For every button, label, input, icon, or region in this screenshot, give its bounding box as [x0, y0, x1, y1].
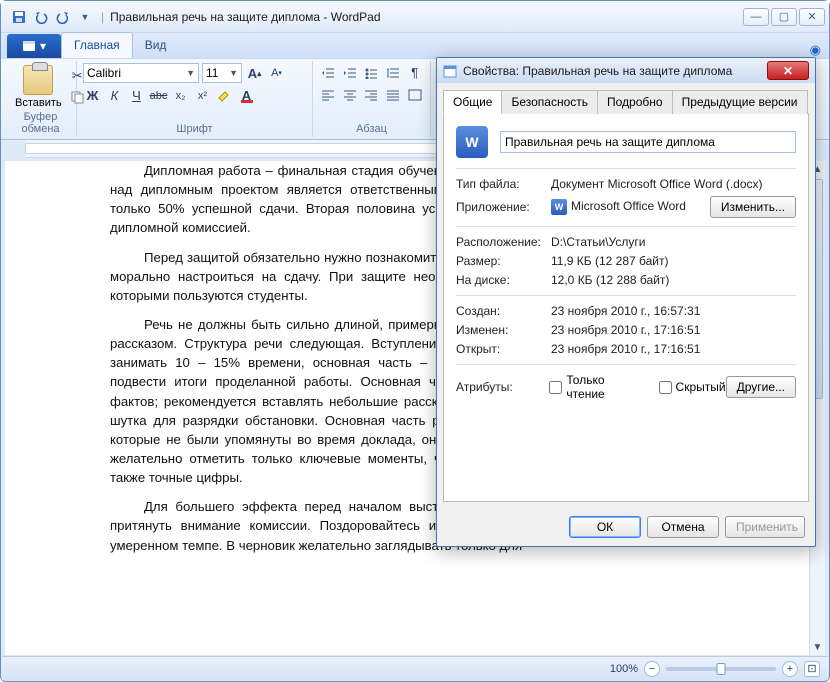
- shrink-font-button[interactable]: A▾: [267, 64, 286, 83]
- ok-button[interactable]: ОК: [569, 516, 641, 538]
- group-label: Буфер обмена: [11, 111, 70, 135]
- label-accessed: Открыт:: [456, 342, 551, 356]
- zoom-out-button[interactable]: −: [644, 661, 660, 677]
- dialog-title: Свойства: Правильная речь на защите дипл…: [463, 64, 761, 78]
- bold-button[interactable]: Ж: [83, 86, 102, 105]
- properties-dialog: Свойства: Правильная речь на защите дипл…: [436, 57, 816, 547]
- font-name-select[interactable]: Calibri▼: [83, 63, 199, 83]
- word-icon: W: [551, 199, 567, 215]
- dialog-footer: ОК Отмена Применить: [437, 508, 815, 546]
- filename-input[interactable]: [500, 131, 796, 153]
- readonly-checkbox[interactable]: Только чтение: [549, 373, 644, 401]
- tab-home[interactable]: Главная: [61, 32, 133, 58]
- subscript-button[interactable]: x₂: [171, 86, 190, 105]
- tab-details[interactable]: Подробно: [597, 90, 673, 114]
- maximize-button[interactable]: ▢: [771, 8, 797, 26]
- line-spacing-button[interactable]: [384, 63, 403, 82]
- value-location: D:\Статьи\Услуги: [551, 235, 796, 249]
- save-icon[interactable]: [9, 7, 29, 27]
- label-size: Размер:: [456, 254, 551, 268]
- group-font: Calibri▼ 11▼ A▴ A▾ Ж К Ч abc x₂ x²: [77, 61, 313, 137]
- close-button[interactable]: ✕: [799, 8, 825, 26]
- label-created: Создан:: [456, 304, 551, 318]
- cancel-button[interactable]: Отмена: [647, 516, 719, 538]
- clipboard-icon: [23, 65, 53, 95]
- redo-icon[interactable]: [53, 7, 73, 27]
- advanced-attrs-button[interactable]: Другие...: [726, 376, 796, 398]
- window-controls: — ▢ ✕: [743, 8, 825, 26]
- superscript-button[interactable]: x²: [193, 86, 212, 105]
- slider-thumb[interactable]: [717, 663, 726, 675]
- dialog-close-button[interactable]: ✕: [767, 61, 809, 80]
- zoom-in-button[interactable]: +: [782, 661, 798, 677]
- tab-panel-general: W Тип файла:Документ Microsoft Office Wo…: [443, 114, 809, 502]
- label-attributes: Атрибуты:: [456, 380, 549, 394]
- increase-indent-button[interactable]: [341, 63, 360, 82]
- paragraph-dialog-button[interactable]: [405, 85, 424, 104]
- tab-view[interactable]: Вид: [133, 33, 179, 58]
- tab-general[interactable]: Общие: [443, 90, 502, 114]
- value-accessed: 23 ноября 2010 г., 17:16:51: [551, 342, 796, 356]
- label-location: Расположение:: [456, 235, 551, 249]
- change-app-button[interactable]: Изменить...: [710, 196, 796, 218]
- dialog-body: Общие Безопасность Подробно Предыдущие в…: [437, 83, 815, 508]
- label-modified: Изменен:: [456, 323, 551, 337]
- align-center-button[interactable]: [341, 85, 360, 104]
- underline-button[interactable]: Ч: [127, 86, 146, 105]
- file-menu-button[interactable]: ▾: [7, 34, 61, 58]
- paragraph-marks-button[interactable]: ¶: [405, 63, 424, 82]
- tab-previous-versions[interactable]: Предыдущие версии: [672, 90, 808, 114]
- chevron-down-icon: ▼: [186, 68, 195, 78]
- grow-font-button[interactable]: A▴: [245, 64, 264, 83]
- zoom-slider[interactable]: [666, 667, 776, 671]
- font-color-button[interactable]: A: [237, 86, 256, 105]
- zoom-level: 100%: [610, 663, 638, 675]
- italic-button[interactable]: К: [105, 86, 124, 105]
- chevron-down-icon: ▾: [40, 39, 46, 53]
- undo-icon[interactable]: [31, 7, 51, 27]
- label-application: Приложение:: [456, 200, 551, 214]
- help-icon[interactable]: ◉: [810, 42, 821, 58]
- value-size: 11,9 КБ (12 287 байт): [551, 254, 796, 268]
- file-icon: [22, 40, 36, 52]
- align-justify-button[interactable]: [384, 85, 403, 104]
- scroll-down-icon[interactable]: ▼: [810, 639, 825, 655]
- titlebar: ▼ | Правильная речь на защите диплома - …: [1, 1, 829, 32]
- dialog-titlebar: Свойства: Правильная речь на защите дипл…: [437, 58, 815, 83]
- dialog-tabs: Общие Безопасность Подробно Предыдущие в…: [443, 89, 809, 114]
- label-filetype: Тип файла:: [456, 177, 551, 191]
- value-created: 23 ноября 2010 г., 16:57:31: [551, 304, 796, 318]
- properties-icon: [443, 64, 457, 78]
- group-label: Абзац: [319, 123, 424, 135]
- highlight-button[interactable]: [215, 86, 234, 105]
- paste-button[interactable]: Вставить: [11, 63, 66, 111]
- apply-button[interactable]: Применить: [725, 516, 805, 538]
- align-right-button[interactable]: [362, 85, 381, 104]
- ribbon-tabs: ▾ Главная Вид ◉: [1, 32, 829, 58]
- quick-access-toolbar: ▼: [9, 7, 95, 27]
- group-label: Шрифт: [83, 123, 306, 135]
- status-bar: 100% − + ⊡: [2, 656, 828, 680]
- zoom-fit-button[interactable]: ⊡: [804, 661, 820, 677]
- font-size-select[interactable]: 11▼: [202, 63, 242, 83]
- align-left-button[interactable]: [319, 85, 338, 104]
- value-filetype: Документ Microsoft Office Word (.docx): [551, 177, 796, 191]
- qat-customize-icon[interactable]: ▼: [75, 7, 95, 27]
- value-application: WMicrosoft Office Word: [551, 199, 710, 215]
- window-title: Правильная речь на защите диплома - Word…: [110, 10, 743, 24]
- word-icon: W: [456, 126, 488, 158]
- decrease-indent-button[interactable]: [319, 63, 338, 82]
- value-modified: 23 ноября 2010 г., 17:16:51: [551, 323, 796, 337]
- wordpad-window: ▼ | Правильная речь на защите диплома - …: [0, 0, 830, 682]
- group-paragraph: ¶ Абзац: [313, 61, 431, 137]
- bullets-button[interactable]: [362, 63, 381, 82]
- label-size-on-disk: На диске:: [456, 273, 551, 287]
- hidden-checkbox[interactable]: Скрытый: [659, 380, 726, 394]
- tab-security[interactable]: Безопасность: [501, 90, 598, 114]
- group-clipboard: Вставить ✂ Буфер обмена: [5, 61, 77, 137]
- value-size-on-disk: 12,0 КБ (12 288 байт): [551, 273, 796, 287]
- strike-button[interactable]: abc: [149, 86, 168, 105]
- minimize-button[interactable]: —: [743, 8, 769, 26]
- chevron-down-icon: ▼: [229, 68, 238, 78]
